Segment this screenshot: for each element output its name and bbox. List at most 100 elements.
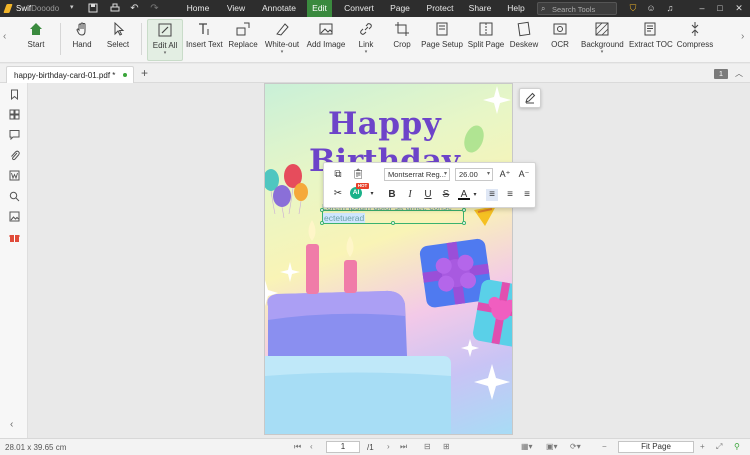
select-tool-button[interactable]: Select (102, 19, 134, 61)
copy-icon[interactable]: ⧉ (332, 169, 344, 181)
card-title-line1[interactable]: Happy (328, 106, 441, 142)
pdf-page[interactable]: Happy Birthday Lorem ipsum dolor sit ame… (264, 83, 513, 435)
menu-convert[interactable]: Convert (340, 0, 378, 17)
rotate-view-icon[interactable]: ⟳▾ (570, 442, 581, 451)
font-family-select[interactable]: Montserrat Reg... ▾ (384, 168, 450, 181)
thumbnails-icon[interactable] (9, 109, 20, 120)
image-gallery-icon[interactable] (9, 211, 20, 222)
zoom-in-icon[interactable]: + (700, 442, 705, 451)
view-mode-icon[interactable]: ▦▾ (521, 442, 533, 451)
first-page-icon[interactable]: ⏮ (294, 442, 301, 452)
next-page-icon[interactable]: › (387, 442, 390, 451)
edit-all-button[interactable]: Edit All ▾ (147, 19, 183, 61)
last-page-icon[interactable]: ⏭ (400, 442, 407, 452)
zoom-level-select[interactable]: Fit Page (618, 441, 694, 453)
selection-handle[interactable] (462, 208, 466, 212)
app-menu-caret-icon[interactable]: ▾ (70, 3, 74, 11)
chevron-down-icon[interactable]: ▾ (469, 189, 481, 201)
user-icon[interactable]: ☺ (645, 2, 657, 14)
menu-annotate[interactable]: Annotate (258, 0, 300, 17)
selection-handle[interactable] (462, 221, 466, 225)
increase-font-size-icon[interactable]: A⁺ (499, 168, 511, 180)
replace-button[interactable]: Replace (227, 19, 259, 61)
word-count-icon[interactable] (9, 170, 20, 181)
notification-bell-icon[interactable]: ♫ (664, 2, 676, 14)
collapse-ribbon-icon[interactable]: ︿ (735, 68, 743, 79)
bookmark-icon[interactable] (9, 89, 20, 100)
italic-icon[interactable]: I (404, 189, 416, 201)
extract-toc-button[interactable]: Extract TOC (629, 19, 673, 61)
undo-icon[interactable]: ↶ (129, 3, 140, 14)
print-icon[interactable] (109, 3, 120, 14)
close-button[interactable]: ✕ (733, 2, 745, 14)
crop-button[interactable]: Crop (388, 19, 416, 61)
document-tab-bar: happy-birthday-card-01.pdf * + 1 ︿ (0, 64, 750, 83)
unsaved-indicator-icon (123, 73, 127, 77)
deskew-button[interactable]: Deskew (509, 19, 539, 61)
menu-protect[interactable]: Protect (422, 0, 458, 17)
redo-icon[interactable]: ↷ (149, 3, 160, 14)
menu-help[interactable]: Help (503, 0, 529, 17)
collapse-sidebar-icon[interactable]: ‹ (10, 419, 13, 430)
menu-home[interactable]: Home (181, 0, 215, 17)
edit-all-icon (158, 23, 172, 37)
chevron-down-icon: ▾ (280, 49, 284, 55)
selection-handle[interactable] (391, 221, 395, 225)
fullscreen-icon[interactable]: ⤢ (716, 442, 722, 452)
add-image-button[interactable]: Add Image (306, 19, 346, 61)
white-out-button[interactable]: White-out ▾ (263, 19, 301, 61)
fit-page-icon[interactable]: ⊞ (443, 442, 450, 451)
insert-text-button[interactable]: Insert Text (186, 19, 223, 61)
page-layout-icon[interactable]: ▣▾ (546, 442, 558, 451)
comment-icon[interactable] (9, 129, 20, 140)
align-left-icon[interactable]: ≡ (486, 189, 498, 201)
menu-share[interactable]: Share (466, 0, 494, 17)
previous-page-icon[interactable]: ‹ (310, 442, 313, 451)
split-page-button[interactable]: Split Page (467, 19, 505, 61)
edit-pen-button[interactable] (519, 88, 541, 108)
selection-handle[interactable] (320, 221, 324, 225)
shop-icon[interactable]: ⛉ (627, 2, 639, 14)
selection-handle[interactable] (320, 208, 324, 212)
ocr-button[interactable]: OCR (547, 19, 573, 61)
menu-view[interactable]: View (222, 0, 250, 17)
underline-icon[interactable]: U (422, 189, 434, 201)
current-page-input[interactable]: 1 (326, 441, 360, 453)
fit-width-icon[interactable]: ⊟ (424, 442, 431, 451)
split-page-icon (479, 22, 493, 36)
save-icon[interactable] (87, 3, 98, 14)
minimize-button[interactable]: – (696, 2, 708, 14)
gift-icon[interactable] (9, 232, 20, 243)
font-size-select[interactable]: 26.00 ▾ (455, 168, 493, 181)
strikethrough-icon[interactable]: S (440, 189, 452, 201)
card-body-text-selected[interactable]: ectetuerad (323, 213, 366, 223)
bold-icon[interactable]: B (386, 189, 398, 201)
attachment-icon[interactable] (9, 150, 20, 161)
ribbon-scroll-right-icon[interactable]: › (741, 31, 744, 42)
hand-tool-button[interactable]: Hand (66, 19, 98, 61)
start-button[interactable]: Start (21, 19, 51, 61)
align-center-icon[interactable]: ≡ (504, 189, 516, 201)
page-dimensions: 28.01 x 39.65 cm (5, 443, 67, 452)
maximize-button[interactable]: □ (714, 2, 726, 14)
cut-icon[interactable]: ✂ (332, 188, 344, 200)
document-canvas[interactable]: Happy Birthday Lorem ipsum dolor sit ame… (29, 83, 750, 438)
search-icon[interactable] (9, 191, 20, 202)
menu-page[interactable]: Page (386, 0, 414, 17)
new-tab-button[interactable]: + (141, 66, 148, 80)
menu-edit[interactable]: Edit (307, 0, 332, 17)
align-right-icon[interactable]: ≡ (521, 189, 533, 201)
zoom-out-icon[interactable]: − (602, 442, 607, 451)
background-button[interactable]: Background ▾ (581, 19, 624, 61)
pin-icon[interactable]: ⚲ (734, 442, 740, 451)
compress-button[interactable]: Compress (676, 19, 714, 61)
app-logo[interactable]: SwifDooodo (4, 3, 68, 14)
paste-icon[interactable]: 📋︎ (352, 169, 365, 181)
link-button[interactable]: Link ▾ (352, 19, 380, 61)
document-tab[interactable]: happy-birthday-card-01.pdf * (6, 66, 134, 83)
chevron-down-icon[interactable]: ▾ (366, 188, 378, 200)
ribbon-scroll-left-icon[interactable]: ‹ (3, 31, 6, 42)
search-tools-input[interactable]: ⌕ Search Tools (537, 2, 617, 15)
decrease-font-size-icon[interactable]: A⁻ (518, 168, 530, 180)
page-setup-button[interactable]: Page Setup (421, 19, 463, 61)
